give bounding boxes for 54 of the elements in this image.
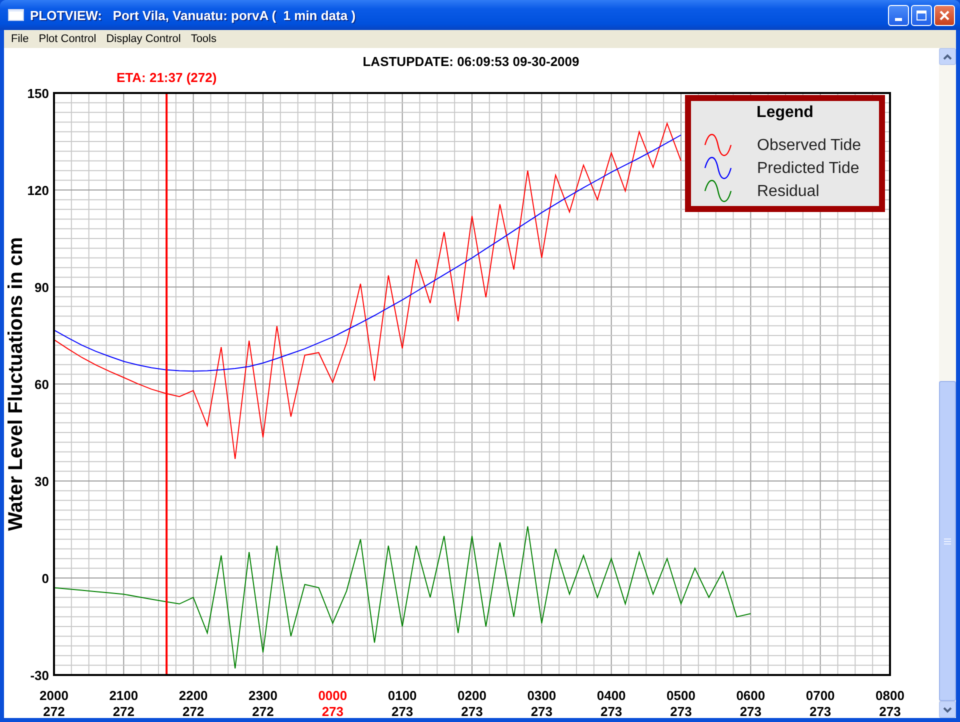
grip-icon bbox=[944, 538, 951, 544]
axis-tick-label: 0500 bbox=[666, 688, 696, 703]
axis-tick-label: 0100 bbox=[388, 688, 417, 703]
day-label: 273 bbox=[600, 704, 622, 718]
axis-tick-label: 0300 bbox=[527, 688, 556, 703]
axis-tick-label: 2200 bbox=[178, 688, 208, 703]
scrollbar[interactable] bbox=[939, 48, 956, 718]
day-label: 272 bbox=[43, 704, 65, 718]
day-label: 273 bbox=[670, 704, 692, 718]
legend-label: Observed Tide bbox=[757, 137, 862, 154]
eta-label: ETA: 21:37 (272) bbox=[116, 70, 217, 85]
menu-item[interactable]: Tools bbox=[186, 33, 222, 45]
legend-label: Residual bbox=[757, 183, 820, 200]
window-icon bbox=[8, 9, 24, 21]
close-button[interactable] bbox=[934, 4, 955, 26]
axis-tick-label: 0 bbox=[42, 571, 49, 586]
close-icon bbox=[939, 10, 950, 20]
minimize-button[interactable] bbox=[888, 4, 909, 26]
day-label: 273 bbox=[809, 704, 832, 718]
menu-item[interactable]: File bbox=[6, 33, 34, 45]
axis-tick-label: 90 bbox=[34, 280, 49, 295]
axis-tick-label: 150 bbox=[27, 86, 49, 101]
axis-tick-label: 60 bbox=[34, 377, 49, 392]
axis-tick-label: 2000 bbox=[40, 688, 68, 703]
day-label: 273 bbox=[879, 704, 901, 718]
axis-tick-label: 0400 bbox=[596, 688, 626, 703]
day-label: 273 bbox=[530, 704, 553, 718]
day-label: 273 bbox=[391, 704, 414, 718]
day-label: 273 bbox=[322, 704, 344, 718]
axis-tick-label: 0200 bbox=[458, 688, 486, 703]
day-label: 272 bbox=[112, 704, 135, 718]
axis-tick-label: 0600 bbox=[736, 688, 766, 703]
legend-title: Legend bbox=[756, 104, 814, 121]
day-label: 273 bbox=[740, 704, 762, 718]
day-label: 272 bbox=[182, 704, 204, 718]
axis-tick-label: 30 bbox=[34, 474, 49, 489]
last-update-label: LASTUPDATE: 06:09:53 09-30-2009 bbox=[362, 54, 580, 69]
maximize-icon bbox=[916, 10, 927, 20]
axis-tick-label: 0800 bbox=[876, 688, 904, 703]
axis-tick-label: 2300 bbox=[248, 688, 278, 703]
axis-tick-label: 120 bbox=[27, 183, 49, 198]
day-label: 272 bbox=[252, 704, 274, 718]
minimize-icon bbox=[895, 18, 902, 20]
legend-label: Predicted Tide bbox=[757, 160, 860, 177]
menu-item[interactable]: Display Control bbox=[101, 33, 186, 45]
day-label: 273 bbox=[461, 704, 483, 718]
window-title: PLOTVIEW: Port Vila, Vanuatu: porvA ( 1 min data ) bbox=[30, 8, 357, 22]
axis-title: Water Level Fluctuations in cm bbox=[5, 237, 27, 531]
axis-tick-label: 0700 bbox=[806, 688, 835, 703]
maximize-button[interactable] bbox=[911, 4, 932, 26]
axis-tick-label: 2100 bbox=[109, 688, 138, 703]
axis-tick-label: -30 bbox=[30, 668, 49, 683]
axis-tick-label: 0000 bbox=[318, 688, 348, 703]
menu-item[interactable]: Plot Control bbox=[34, 33, 102, 45]
